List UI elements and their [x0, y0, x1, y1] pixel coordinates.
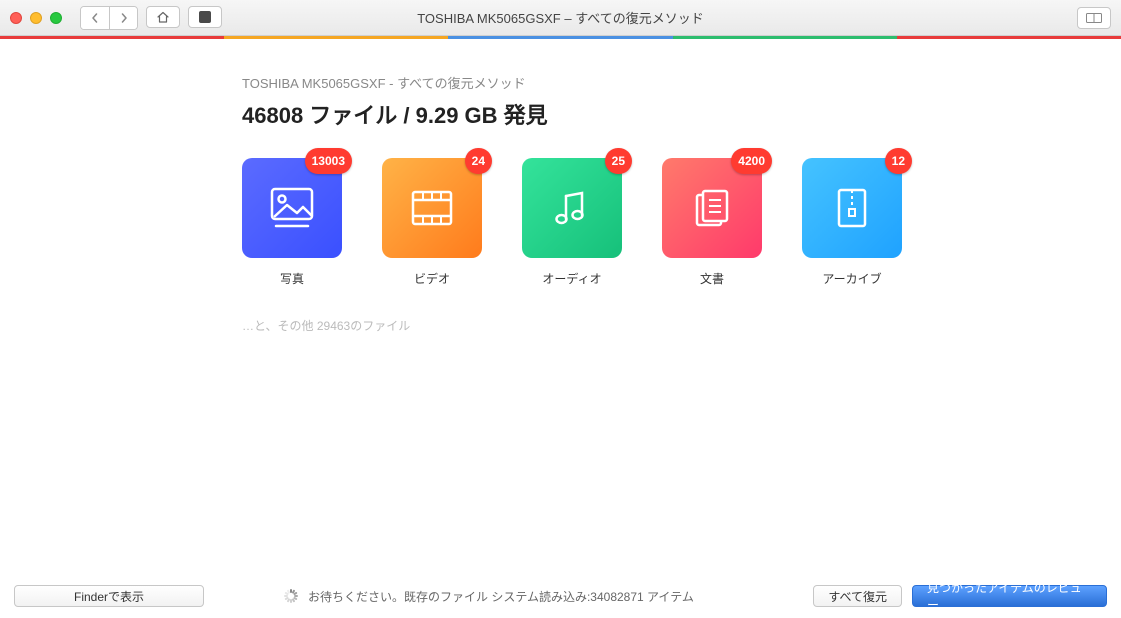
- audio-icon: [547, 183, 597, 233]
- button-label: Finderで表示: [74, 588, 144, 605]
- video-tile: 24: [382, 158, 482, 258]
- documents-tile: 4200: [662, 158, 762, 258]
- spinner-icon: [284, 589, 298, 603]
- scan-headline: 46808 ファイル / 9.29 GB 発見: [242, 98, 1121, 130]
- badge: 4200: [731, 148, 772, 174]
- badge: 25: [605, 148, 632, 174]
- other-files-note: …と、その他 29463のファイル: [242, 317, 1121, 334]
- button-label: 見つかったアイテムのレビュー: [927, 579, 1092, 613]
- category-cards: 13003 写真 24: [242, 158, 1121, 287]
- category-card-photos[interactable]: 13003 写真: [242, 158, 342, 287]
- main-content: TOSHIBA MK5065GSXF - すべての復元メソッド 46808 ファ…: [0, 39, 1121, 334]
- stop-icon: [199, 11, 211, 23]
- photo-icon: [267, 186, 317, 230]
- archives-tile: 12: [802, 158, 902, 258]
- right-tools: [1077, 7, 1111, 29]
- badge: 13003: [305, 148, 352, 174]
- nav-back-button[interactable]: [81, 7, 109, 29]
- scan-subtitle: TOSHIBA MK5065GSXF - すべての復元メソッド: [242, 73, 1121, 92]
- window-minimize-button[interactable]: [30, 12, 42, 24]
- stop-button[interactable]: [188, 6, 222, 28]
- right-buttons: すべて復元 見つかったアイテムのレビュー: [813, 585, 1107, 607]
- home-button[interactable]: [146, 6, 180, 28]
- video-icon: [407, 186, 457, 230]
- audio-tile: 25: [522, 158, 622, 258]
- recover-all-button[interactable]: すべて復元: [813, 585, 902, 607]
- nav-back-forward: [80, 6, 138, 30]
- show-in-finder-button[interactable]: Finderで表示: [14, 585, 204, 607]
- traffic-lights: [10, 12, 62, 24]
- status-text: お待ちください。既存のファイル システム読み込み:34082871 アイテム: [308, 588, 694, 605]
- window-close-button[interactable]: [10, 12, 22, 24]
- category-card-video[interactable]: 24 ビデオ: [382, 158, 482, 287]
- button-label: すべて復元: [828, 588, 887, 605]
- card-label: 文書: [662, 270, 762, 287]
- category-card-archives[interactable]: 12 アーカイブ: [802, 158, 902, 287]
- badge: 24: [465, 148, 492, 174]
- archive-icon: [830, 183, 874, 233]
- card-label: 写真: [242, 270, 342, 287]
- photos-tile: 13003: [242, 158, 342, 258]
- badge: 12: [885, 148, 912, 174]
- bottom-bar: Finderで表示 お待ちください。既存のファイル システム読み込み:34082…: [0, 574, 1121, 618]
- review-found-items-button[interactable]: 見つかったアイテムのレビュー: [912, 585, 1107, 607]
- category-card-documents[interactable]: 4200 文書: [662, 158, 762, 287]
- toolbar-nav-group: [80, 6, 222, 30]
- card-label: アーカイブ: [802, 270, 902, 287]
- category-card-audio[interactable]: 25 オーディオ: [522, 158, 622, 287]
- card-label: オーディオ: [522, 270, 622, 287]
- color-strip: [0, 36, 1121, 39]
- document-icon: [687, 183, 737, 233]
- view-columns-button[interactable]: [1077, 7, 1111, 29]
- window-zoom-button[interactable]: [50, 12, 62, 24]
- titlebar: TOSHIBA MK5065GSXF – すべての復元メソッド: [0, 0, 1121, 36]
- card-label: ビデオ: [382, 270, 482, 287]
- nav-forward-button[interactable]: [109, 7, 137, 29]
